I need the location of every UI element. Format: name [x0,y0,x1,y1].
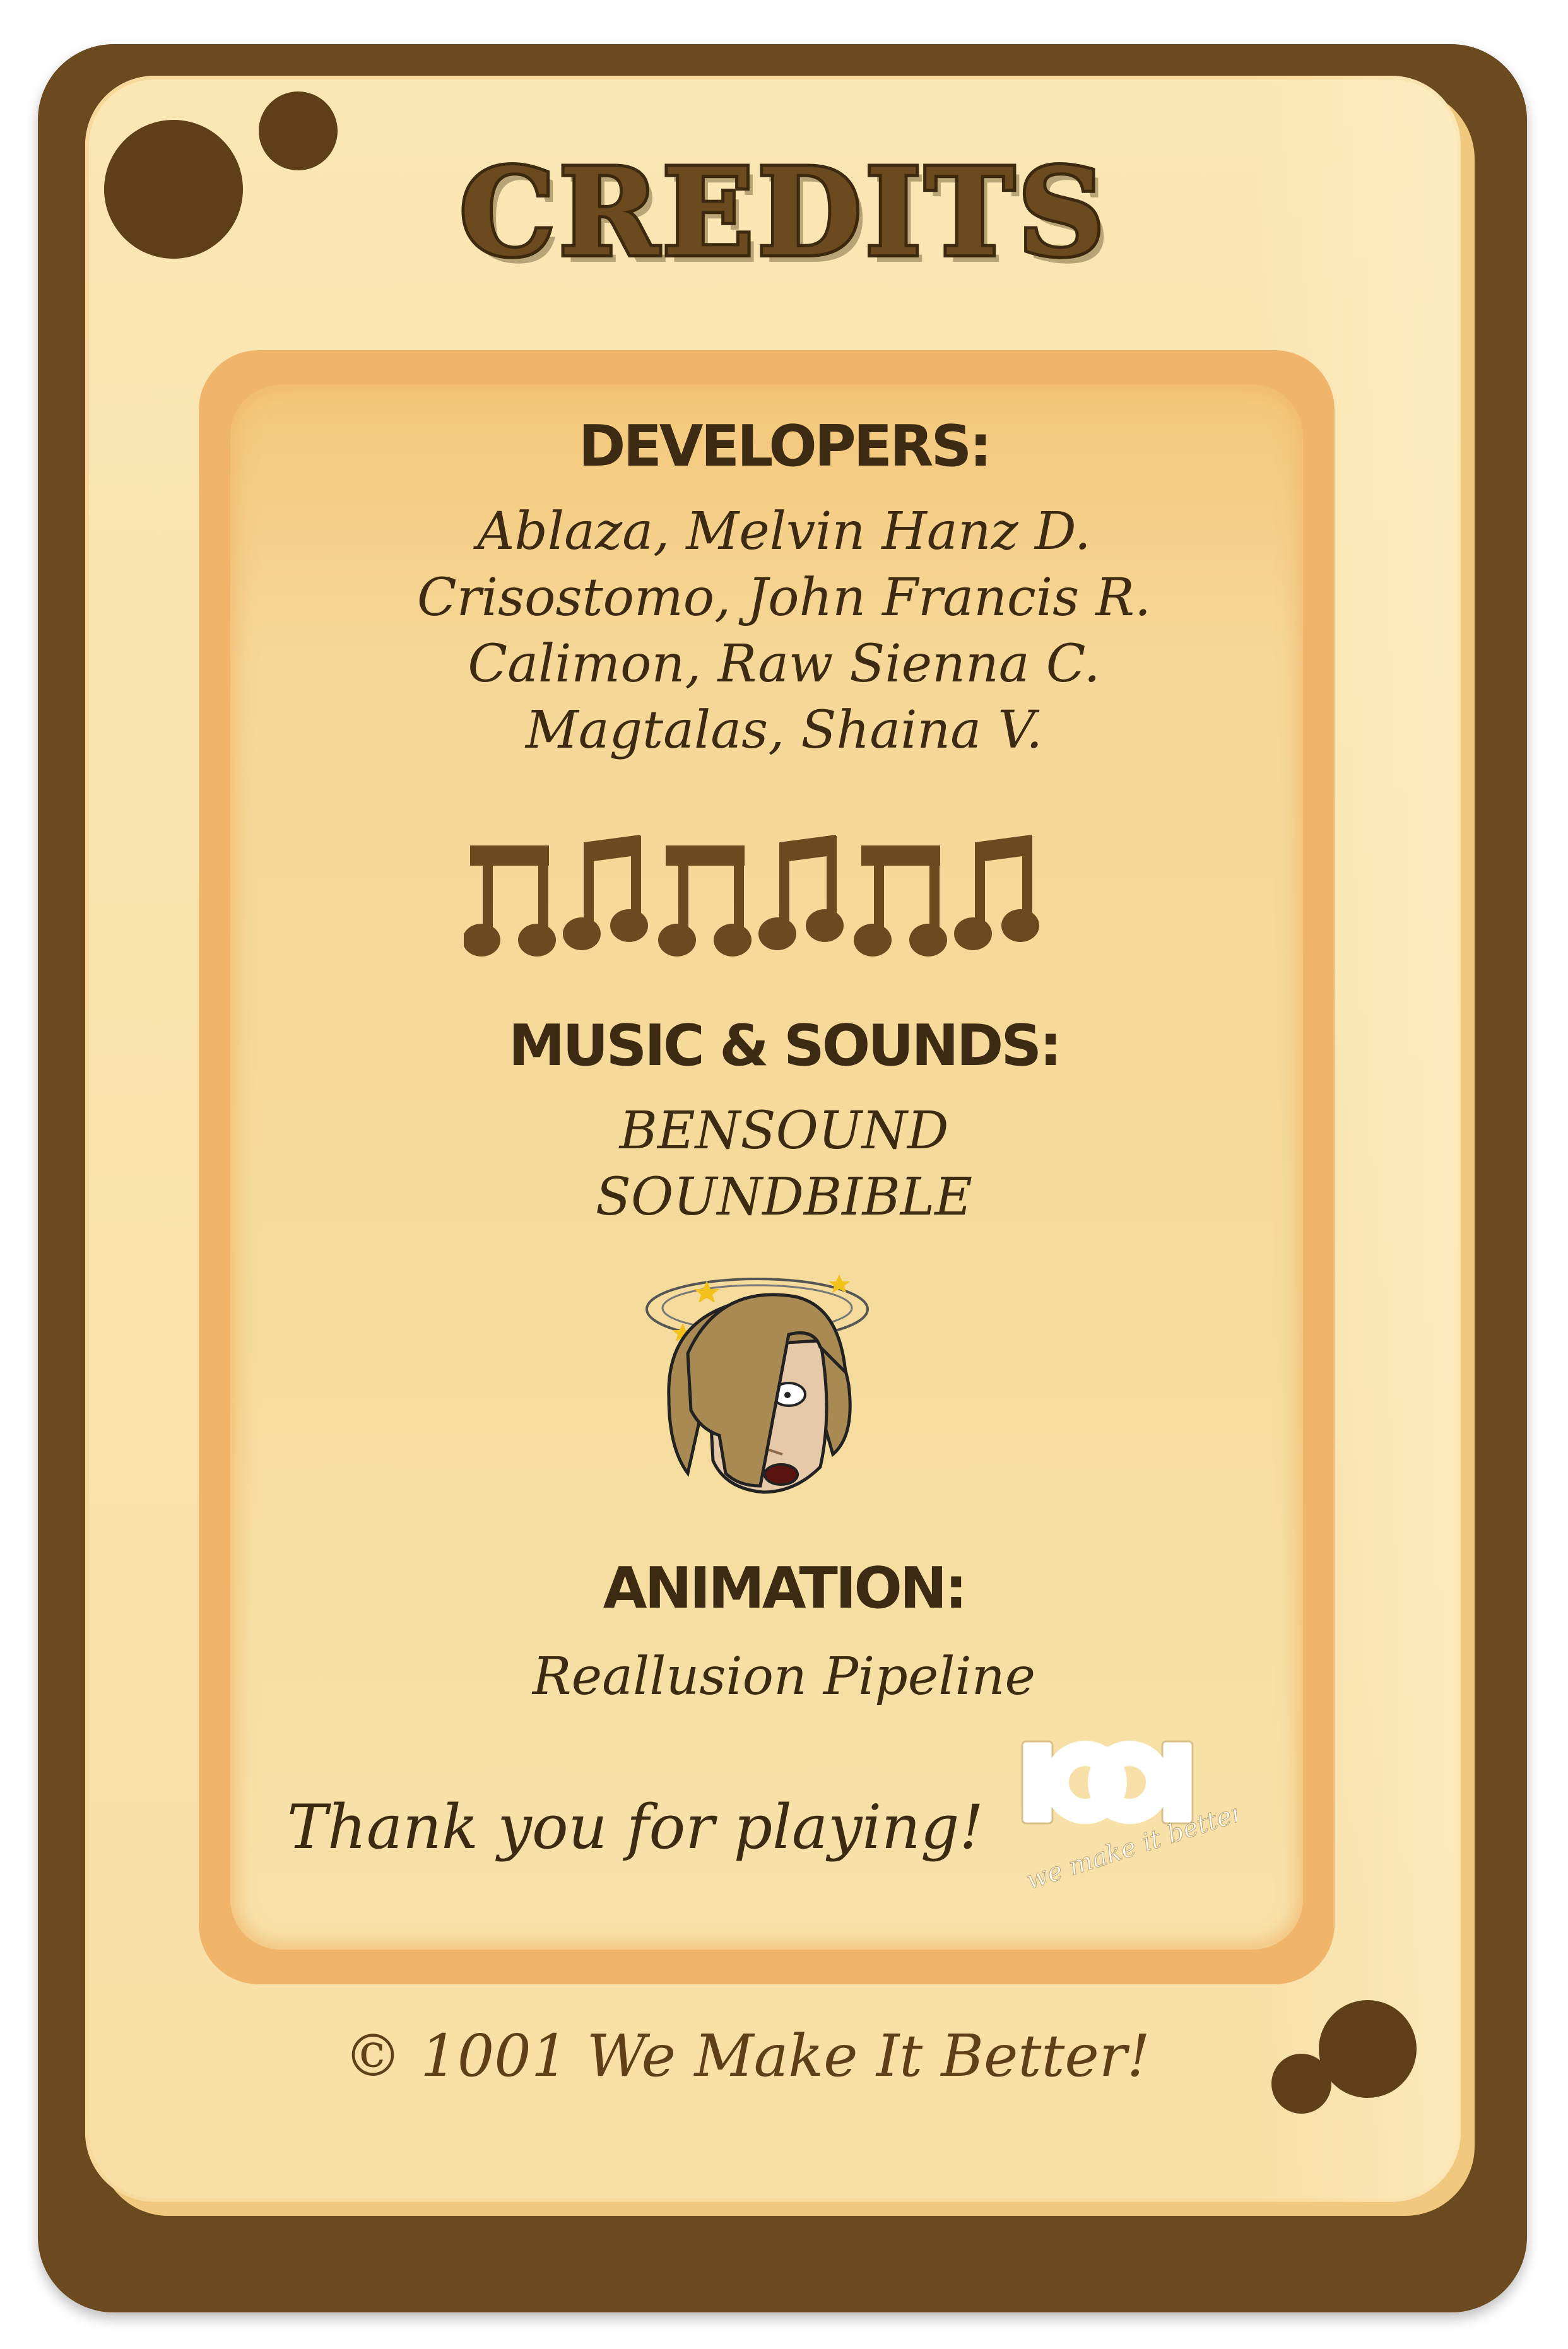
thank-you-message: Thank you for playing! [287,1792,984,1863]
developers-heading: DEVELOPERS: [578,413,993,480]
studio-logo: 1001 we make it better! [1021,1740,1237,1895]
copyright-text: © 1001 We Make It Better! [344,2022,1150,2090]
animation-credit: Reallusion Pipeline [532,1647,1036,1707]
music-notes-icon [464,835,1039,957]
music-heading: MUSIC & SOUNDS: [508,1013,1062,1079]
music-credit: SOUNDBIBLE [595,1167,973,1227]
decor-dot-large-bottom [1319,2000,1417,2098]
animation-heading: ANIMATION: [603,1555,967,1622]
developer-name: Crisostomo, John Francis R. [416,568,1152,628]
dizzy-character-icon [645,1275,869,1494]
credits-screen: CREDITS DEVELOPERS: Ablaza, Melvin Hanz … [0,0,1568,2349]
developer-name: Magtalas, Shaina V. [525,700,1043,760]
music-credit: BENSOUND [619,1101,949,1161]
developer-name: Ablaza, Melvin Hanz D. [477,502,1091,562]
page-title: CREDITS [456,139,1109,286]
developer-name: Calimon, Raw Sienna C. [468,634,1100,694]
